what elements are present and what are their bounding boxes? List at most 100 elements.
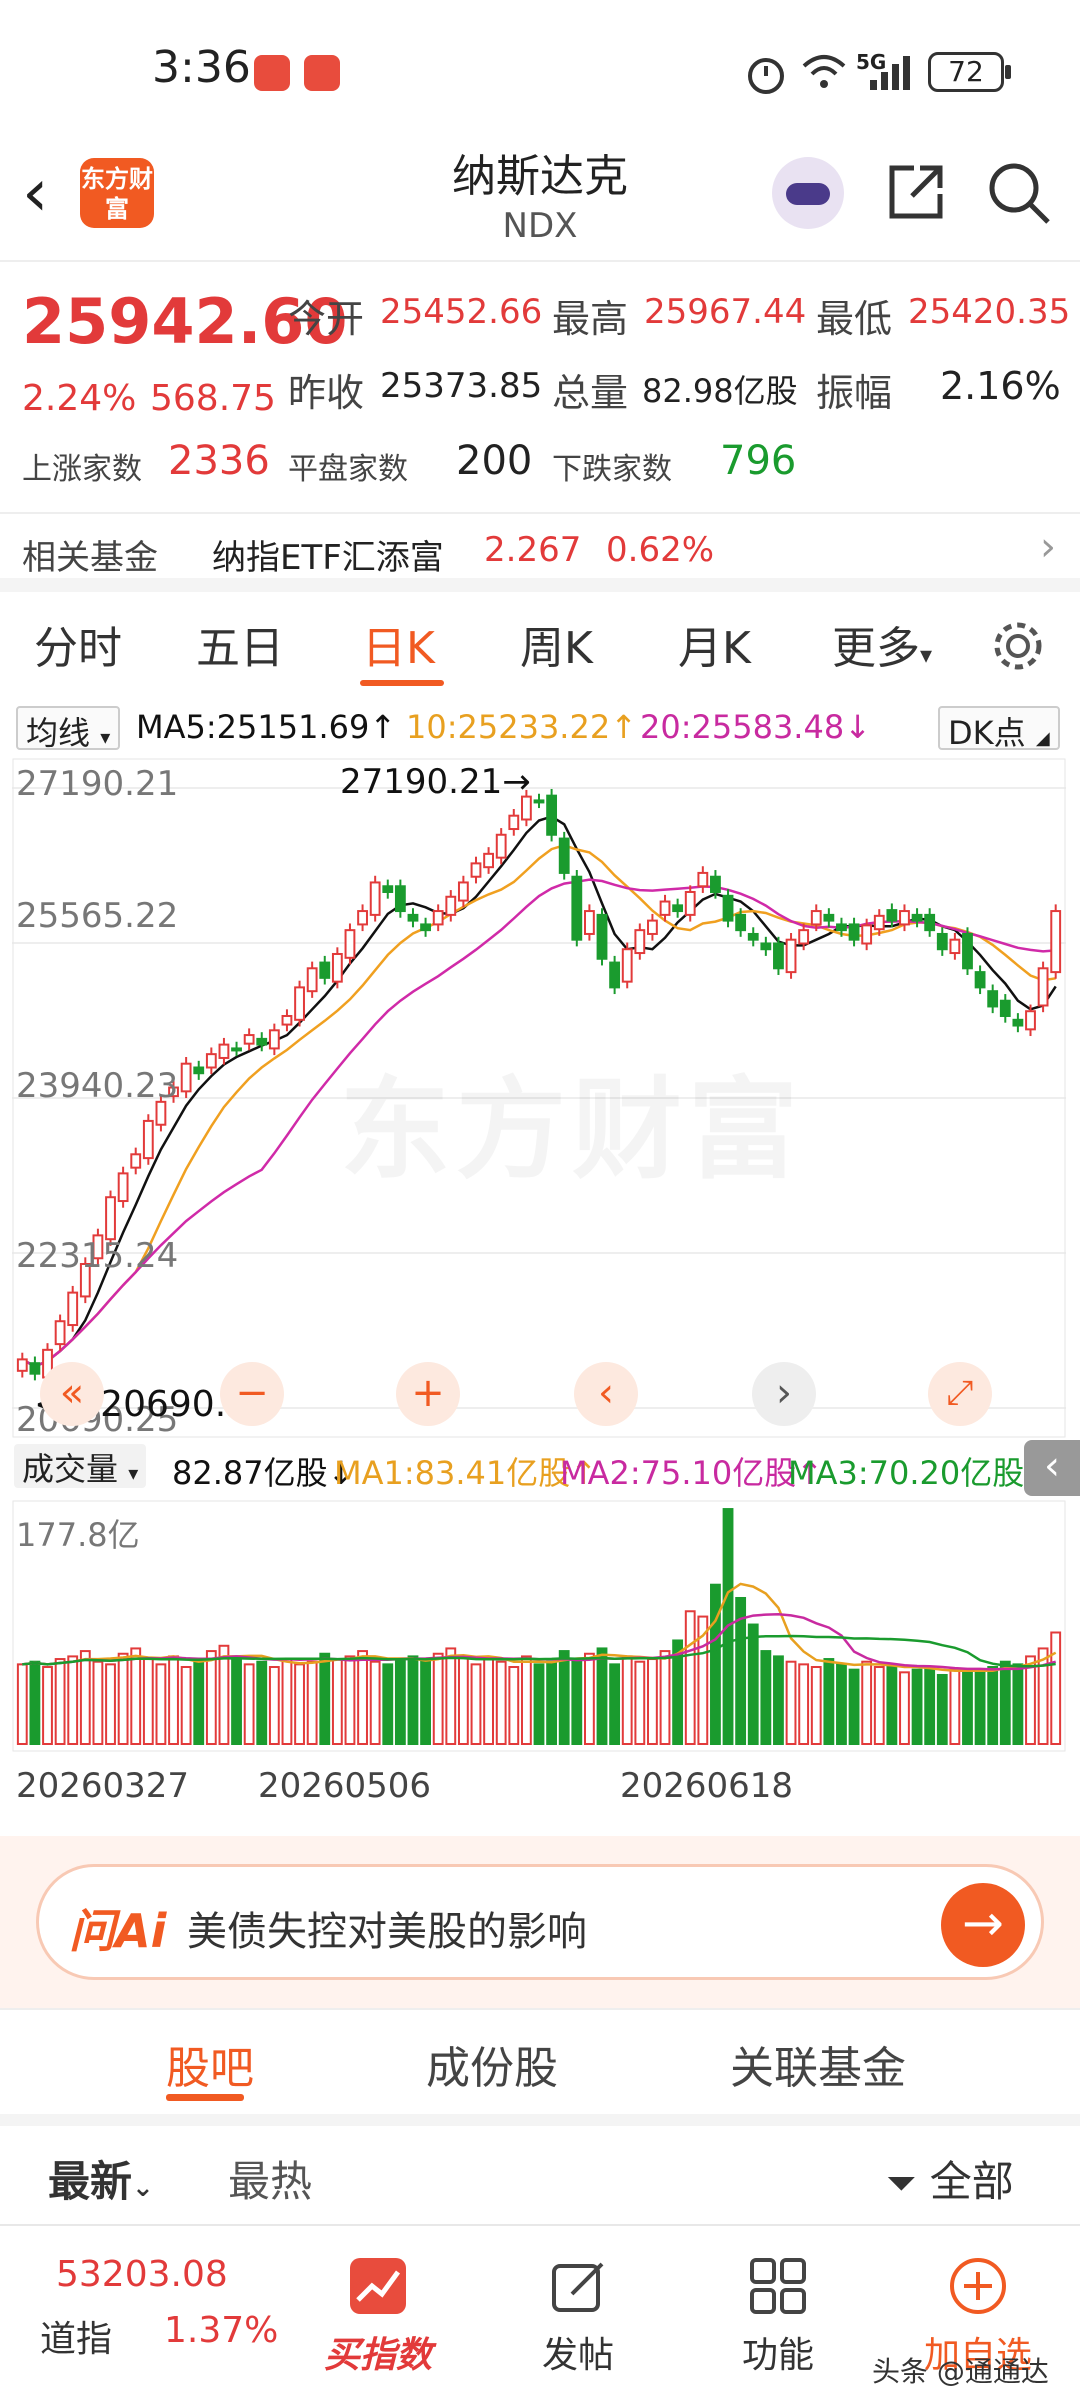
- unchanged-label: 平盘家数: [288, 452, 408, 487]
- candle: [861, 924, 873, 945]
- collapse-panel-button[interactable]: ‹: [1024, 1440, 1080, 1496]
- candle: [697, 871, 709, 888]
- volume-bar: [571, 1658, 583, 1745]
- functions-button[interactable]: 功能: [678, 2226, 878, 2400]
- sort-latest-label: 最新: [48, 2157, 133, 2206]
- open-label: 今开: [288, 297, 365, 341]
- candle: [899, 910, 910, 926]
- candle: [672, 904, 684, 913]
- settings-gear-icon[interactable]: [990, 618, 1046, 674]
- volume-bar: [659, 1650, 671, 1745]
- dow-index-value[interactable]: 53203.08: [56, 2254, 228, 2295]
- zoom-in-button[interactable]: +: [396, 1362, 460, 1426]
- candle: [218, 1043, 230, 1059]
- tab-weekly-k[interactable]: 周K: [520, 612, 593, 676]
- volume-bar: [634, 1660, 646, 1746]
- candle: [798, 929, 810, 945]
- candle: [1025, 1010, 1036, 1031]
- post-button[interactable]: 发帖: [478, 2226, 678, 2400]
- volume-indicator-row: 成交量 ▾ 82.87亿股↓ MA1:83.41亿股↑ MA2:75.10亿股↑…: [0, 1440, 1080, 1496]
- amplitude-value: 2.16%: [940, 364, 1061, 408]
- candle: [647, 919, 658, 935]
- tab-stock-forum[interactable]: 股吧: [166, 2032, 254, 2096]
- zoom-out-button[interactable]: −: [220, 1362, 284, 1426]
- candle: [571, 875, 583, 941]
- candle: [596, 913, 608, 960]
- volume-bar: [798, 1663, 810, 1745]
- volume-bar: [773, 1655, 784, 1745]
- volume-bar: [218, 1644, 230, 1746]
- related-fund-price: 2.267: [484, 530, 582, 570]
- volume-bar: [936, 1673, 948, 1745]
- sort-hot[interactable]: 最热: [228, 2148, 312, 2209]
- volume-bar: [974, 1668, 986, 1746]
- volume-bar: [457, 1655, 469, 1745]
- search-icon[interactable]: [986, 160, 1052, 226]
- volume-bar: [142, 1658, 154, 1745]
- volume-bar: [130, 1647, 142, 1745]
- volume-bar: [445, 1647, 457, 1745]
- share-icon[interactable]: [884, 160, 948, 224]
- volume-bar: [407, 1655, 419, 1745]
- volume-selector[interactable]: 成交量 ▾: [14, 1444, 147, 1488]
- tab-constituents[interactable]: 成份股: [426, 2032, 558, 2096]
- tab-monthly-k[interactable]: 月K: [678, 612, 751, 676]
- candle: [16, 1358, 28, 1372]
- notification-icon: [254, 55, 290, 91]
- volume-bar: [331, 1658, 343, 1745]
- candle: [420, 923, 431, 932]
- tab-intraday[interactable]: 分时: [34, 612, 122, 676]
- volume-ma1: MA1:83.41亿股↑: [334, 1454, 598, 1492]
- volume-bar: [949, 1668, 961, 1746]
- tab-daily-k[interactable]: 日K: [362, 612, 435, 676]
- candle: [142, 1119, 154, 1160]
- assistant-robot-icon[interactable]: [772, 157, 844, 229]
- volume-bar: [16, 1663, 28, 1745]
- volume-bar: [873, 1666, 885, 1745]
- volume-bar: [962, 1671, 973, 1745]
- y-tick-label: 25565.22: [16, 896, 179, 936]
- buy-index-button[interactable]: 买指数: [278, 2226, 478, 2400]
- sort-latest[interactable]: 最新⌄: [48, 2148, 154, 2209]
- scroll-right-button[interactable]: ›: [752, 1362, 816, 1426]
- fullscreen-button[interactable]: ⤢: [928, 1362, 992, 1426]
- candle: [1037, 967, 1049, 1007]
- tab-five-day[interactable]: 五日: [196, 612, 284, 676]
- candle: [710, 875, 721, 893]
- candle: [558, 837, 570, 874]
- ai-logo: 问Ai: [69, 1904, 167, 1958]
- y-tick-label: 27190.21: [16, 764, 179, 804]
- max-price-marker: 27190.21→: [340, 762, 531, 802]
- volume-bar: [533, 1663, 545, 1745]
- volume-bar: [294, 1663, 305, 1745]
- ai-query-text: 美债失控对美股的影响: [187, 1909, 587, 1955]
- tab-related-funds[interactable]: 关联基金: [730, 2032, 906, 2096]
- jump-start-button[interactable]: «: [40, 1362, 104, 1426]
- volume-bar: [886, 1663, 898, 1745]
- candle: [281, 1014, 293, 1026]
- volume-bar: [861, 1660, 873, 1746]
- volume-chart[interactable]: [12, 1500, 1066, 1752]
- candle: [987, 990, 999, 1008]
- ai-ask-bar[interactable]: 问Ai 美债失控对美股的影响 →: [36, 1864, 1044, 1980]
- filter-all[interactable]: ⏷ 全部: [886, 2148, 1014, 2209]
- alarm-icon: [748, 58, 784, 94]
- tab-more[interactable]: 更多▾: [832, 612, 932, 676]
- ai-ask-section: 问Ai 美债失控对美股的影响 →: [0, 1836, 1080, 2008]
- chart-watermark: 东方财富: [340, 1040, 804, 1200]
- caret-down-icon: ▾: [128, 1461, 139, 1485]
- dk-point-button[interactable]: DK点 ◢: [938, 706, 1060, 752]
- volume-bar: [281, 1658, 293, 1745]
- volume-bar: [999, 1660, 1011, 1746]
- scroll-left-button[interactable]: ‹: [574, 1362, 638, 1426]
- related-fund-row[interactable]: 相关基金 纳指ETF汇添富 2.267 0.62% ›: [0, 512, 1080, 592]
- volume-bar: [710, 1583, 721, 1745]
- indicator-selector[interactable]: 均线 ▾: [16, 706, 121, 752]
- ma10-value: 10:25233.22↑: [406, 708, 637, 746]
- volume-bar: [1012, 1663, 1024, 1745]
- arrow-right-icon[interactable]: →: [941, 1883, 1025, 1967]
- related-fund-label: 相关基金: [22, 538, 158, 578]
- volume-bar: [92, 1660, 104, 1746]
- low-value: 25420.35: [908, 292, 1071, 332]
- edit-icon: [552, 2262, 604, 2312]
